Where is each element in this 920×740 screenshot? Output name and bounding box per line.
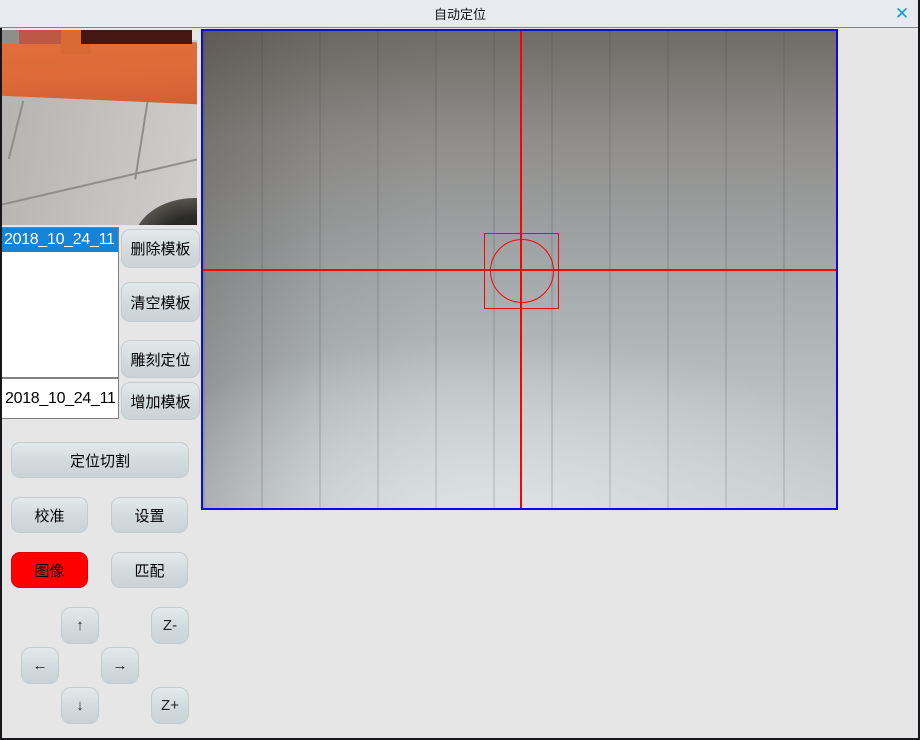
thumbnail-dark-object (133, 198, 197, 225)
clear-templates-button[interactable]: 清空模板 (121, 282, 200, 322)
calibrate-button[interactable]: 校准 (11, 497, 88, 533)
thumbnail-tile-line (8, 101, 24, 160)
title-bar: 自动定位 (0, 0, 920, 28)
template-name-input[interactable] (1, 378, 119, 419)
left-arrow-icon: ← (33, 657, 48, 674)
image-button[interactable]: 图像 (11, 552, 88, 588)
delete-template-button[interactable]: 删除模板 (121, 229, 200, 268)
up-arrow-icon: ↑ (76, 617, 84, 634)
window-border (0, 28, 2, 740)
jog-up-button[interactable]: ↑ (61, 607, 99, 644)
settings-button[interactable]: 设置 (111, 497, 188, 533)
template-thumbnail (1, 30, 197, 225)
thumbnail-top-strip (19, 30, 63, 44)
thumbnail-top-strip (192, 30, 197, 40)
z-plus-button[interactable]: Z+ (151, 687, 189, 724)
match-button[interactable]: 匹配 (111, 552, 188, 588)
close-icon: ✕ (895, 4, 909, 24)
template-list-item[interactable]: 2018_10_24_11 (2, 228, 118, 252)
camera-view[interactable] (201, 29, 838, 510)
right-arrow-icon: → (113, 657, 128, 674)
thumbnail-tile-line (1, 154, 197, 208)
roi-circle-overlay (490, 239, 554, 303)
jog-down-button[interactable]: ↓ (61, 687, 99, 724)
jog-right-button[interactable]: → (101, 647, 139, 684)
add-template-button[interactable]: 增加模板 (121, 382, 200, 420)
window-title: 自动定位 (434, 4, 486, 23)
thumbnail-top-strip (81, 30, 192, 44)
jog-left-button[interactable]: ← (21, 647, 59, 684)
down-arrow-icon: ↓ (76, 697, 84, 714)
position-cut-button[interactable]: 定位切割 (11, 442, 189, 478)
thumbnail-top-strip (1, 30, 19, 44)
thumbnail-orange-beam (1, 33, 197, 104)
z-minus-button[interactable]: Z- (151, 607, 189, 644)
close-button[interactable]: ✕ (888, 2, 916, 26)
engrave-position-button[interactable]: 雕刻定位 (121, 340, 200, 378)
template-list[interactable]: 2018_10_24_11 (1, 227, 119, 378)
